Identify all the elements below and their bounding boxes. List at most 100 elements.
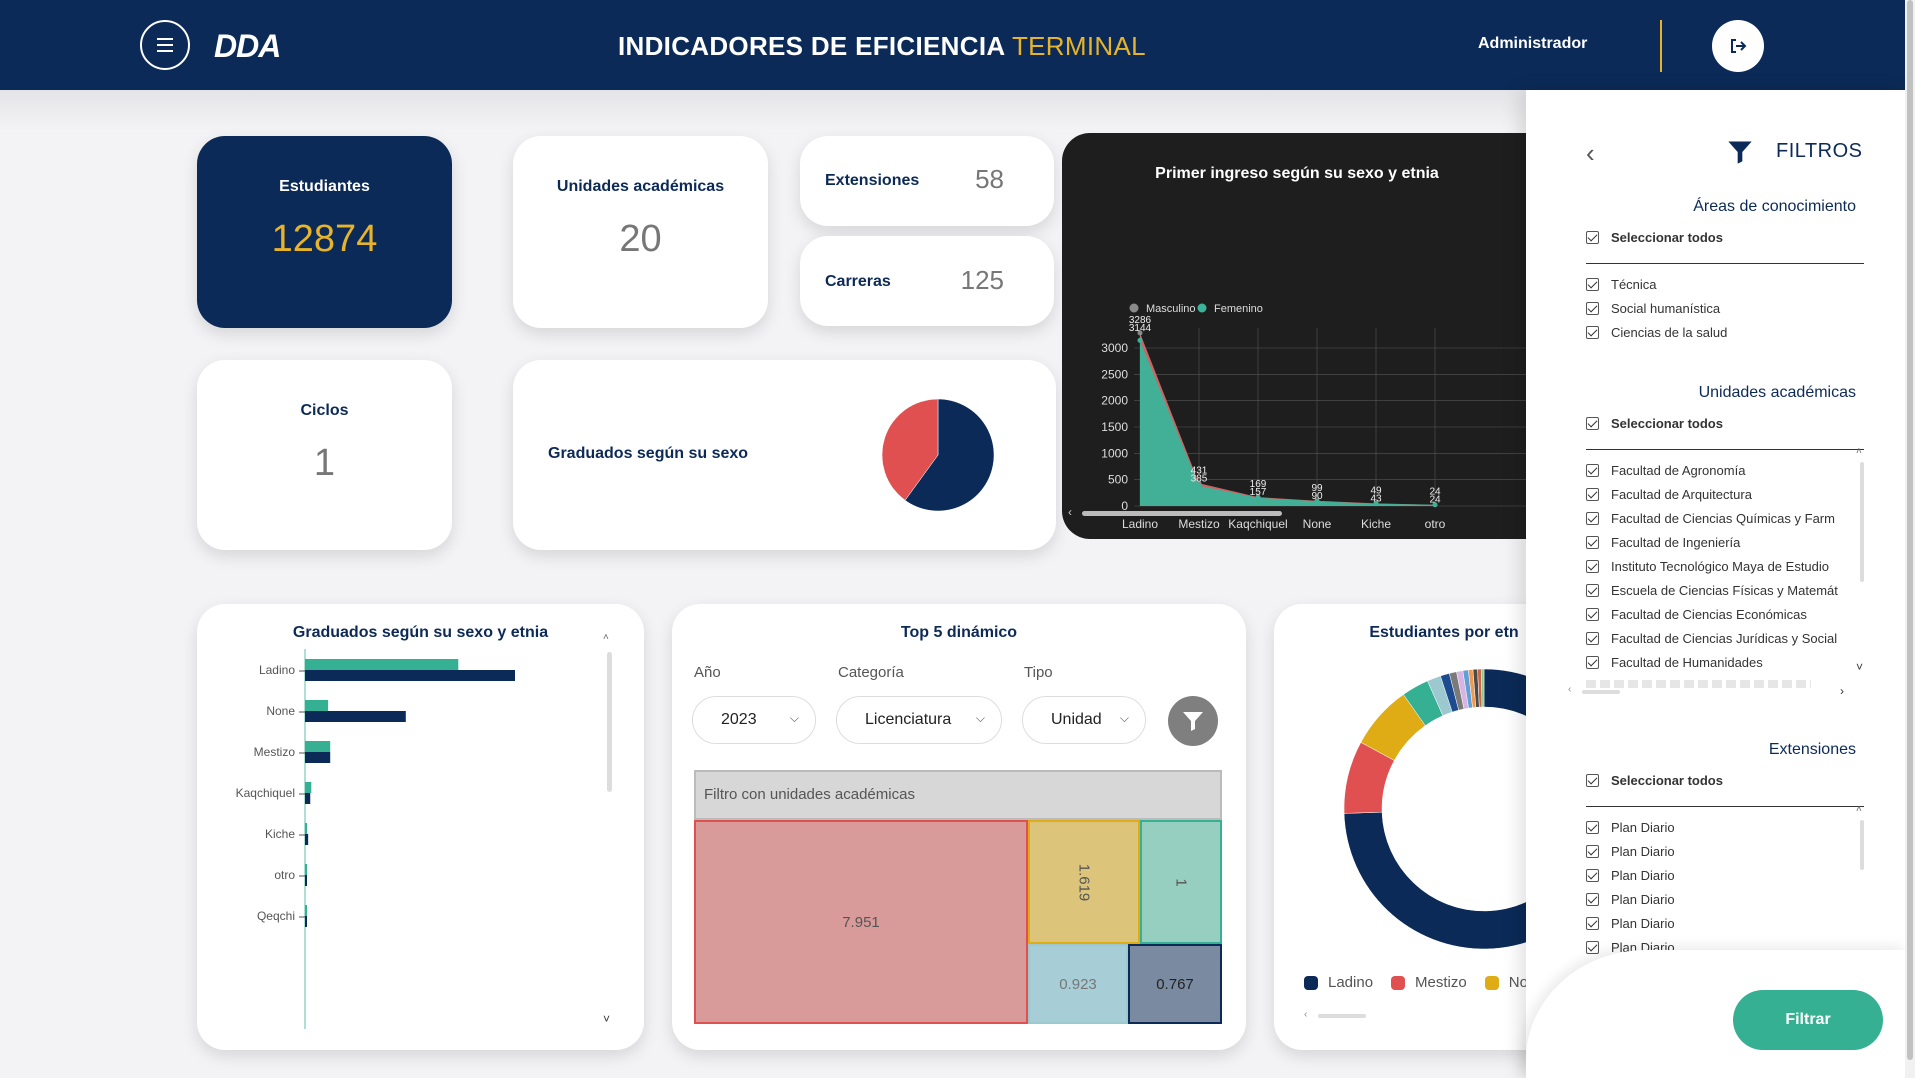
page-scrollbar-thumb[interactable] bbox=[1907, 0, 1913, 1060]
unidad-item[interactable]: Facultad de Ciencias Químicas y Farm bbox=[1586, 511, 1856, 526]
bar[interactable] bbox=[305, 905, 307, 916]
extension-item[interactable]: Plan Diario bbox=[1586, 820, 1856, 835]
data-label: 24 bbox=[1429, 495, 1441, 506]
category-select[interactable]: Licenciatura ⌵ bbox=[836, 696, 1002, 744]
area-item[interactable]: Técnica bbox=[1586, 277, 1856, 292]
vertical-scrollbar[interactable] bbox=[1860, 820, 1864, 870]
divider bbox=[1586, 263, 1864, 264]
legend-label[interactable]: Femenino bbox=[1214, 303, 1263, 315]
scroll-left-icon[interactable]: ‹ bbox=[1068, 505, 1072, 519]
bar[interactable] bbox=[305, 916, 307, 927]
extension-item-label: Plan Diario bbox=[1611, 844, 1675, 859]
treemap-cell[interactable]: 1.619 bbox=[1028, 820, 1140, 944]
graduados-sexo-card: Graduados según su sexo bbox=[513, 360, 1056, 550]
extension-item[interactable]: Plan Diario bbox=[1586, 892, 1856, 907]
unidad-item[interactable]: Instituto Tecnológico Maya de Estudio bbox=[1586, 559, 1856, 574]
unidades-select-all[interactable]: Seleccionar todos bbox=[1586, 416, 1723, 431]
treemap-cell[interactable]: 0.923 bbox=[1028, 944, 1128, 1024]
area-item[interactable]: Social humanística bbox=[1586, 301, 1856, 316]
vertical-scrollbar[interactable] bbox=[607, 652, 612, 792]
unidad-item[interactable]: Facultad de Ciencias Jurídicas y Social bbox=[1586, 631, 1856, 646]
year-select[interactable]: 2023 ⌵ bbox=[692, 696, 816, 744]
treemap-cell[interactable]: 0.767 bbox=[1128, 944, 1222, 1024]
bar[interactable] bbox=[305, 864, 307, 875]
horizontal-scrollbar[interactable] bbox=[1082, 511, 1282, 516]
legend-swatch bbox=[1304, 975, 1318, 990]
kpi-unidades-label: Unidades académicas bbox=[556, 178, 725, 195]
bar[interactable] bbox=[305, 793, 311, 804]
bar[interactable] bbox=[305, 741, 331, 752]
bar[interactable] bbox=[305, 834, 309, 845]
legend-label[interactable]: Masculino bbox=[1146, 303, 1196, 315]
checkbox-checked-icon bbox=[1586, 512, 1599, 525]
scroll-left-icon[interactable]: ‹ bbox=[1304, 1009, 1307, 1020]
area-item[interactable]: Ciencias de la salud bbox=[1586, 325, 1856, 340]
vertical-scrollbar[interactable] bbox=[1860, 462, 1864, 582]
legend-item[interactable]: No bbox=[1484, 974, 1528, 991]
app-logo[interactable]: DDA bbox=[214, 28, 281, 65]
scroll-up-icon[interactable]: ˄ bbox=[603, 632, 609, 643]
y-tick-label: 2000 bbox=[1101, 394, 1128, 408]
scroll-up-icon[interactable]: ˄ bbox=[1856, 446, 1862, 457]
horizontal-scrollbar[interactable] bbox=[1582, 690, 1620, 694]
bar[interactable] bbox=[305, 711, 406, 722]
legend-item[interactable]: Mestizo bbox=[1391, 974, 1467, 991]
section-areas-title: Áreas de conocimiento bbox=[1693, 198, 1856, 215]
list-fade bbox=[1586, 680, 1811, 688]
area-series[interactable] bbox=[1140, 340, 1435, 506]
scroll-down-icon[interactable]: ˅ bbox=[603, 1012, 610, 1026]
apply-filter-button[interactable] bbox=[1168, 696, 1218, 746]
treemap-cell[interactable]: 1 bbox=[1140, 820, 1222, 944]
bar[interactable] bbox=[305, 670, 515, 681]
menu-button[interactable] bbox=[140, 20, 190, 70]
page-scrollbar[interactable] bbox=[1905, 0, 1915, 1078]
filtrar-button[interactable]: Filtrar bbox=[1733, 990, 1883, 1050]
data-point[interactable] bbox=[1137, 337, 1143, 343]
graduados-sexo-pie[interactable] bbox=[878, 395, 998, 515]
unidad-item[interactable]: Facultad de Arquitectura bbox=[1586, 487, 1856, 502]
y-tick-label: 1000 bbox=[1101, 446, 1128, 460]
logout-button[interactable] bbox=[1712, 20, 1764, 72]
unidad-item-label: Facultad de Agronomía bbox=[1611, 463, 1746, 478]
checkbox-checked-icon bbox=[1586, 536, 1599, 549]
area-item-label: Ciencias de la salud bbox=[1611, 325, 1728, 340]
bar[interactable] bbox=[305, 823, 308, 834]
extension-item[interactable]: Plan Diario bbox=[1586, 916, 1856, 931]
donut-slice[interactable] bbox=[1480, 668, 1485, 708]
data-label: 157 bbox=[1250, 487, 1267, 498]
treemap-cell[interactable]: 7.951 bbox=[694, 820, 1028, 1024]
scroll-down-icon[interactable]: ˅ bbox=[1856, 660, 1863, 674]
scroll-right-icon[interactable]: › bbox=[1840, 684, 1844, 698]
graduados-etnia-title: Graduados según su sexo y etnia bbox=[292, 624, 549, 641]
unidad-item[interactable]: Facultad de Ingeniería bbox=[1586, 535, 1856, 550]
bar[interactable] bbox=[305, 659, 459, 670]
graduados-etnia-chart[interactable]: Ladino None Mestizo Kaqchiquel Kiche otro Qeqc… bbox=[197, 649, 617, 1029]
horizontal-scrollbar[interactable] bbox=[1318, 1014, 1366, 1018]
unidad-item-label: Instituto Tecnológico Maya de Estudio bbox=[1611, 559, 1830, 574]
primer-ingreso-card: Primer ingreso según su sexo y etnia Mas… bbox=[1062, 133, 1532, 539]
checkbox-checked-icon bbox=[1586, 584, 1599, 597]
unidad-item[interactable]: Facultad de Agronomía bbox=[1586, 463, 1856, 478]
kpi-ciclos-card: Ciclos 1 bbox=[197, 360, 452, 550]
extension-item[interactable]: Plan Diario bbox=[1586, 844, 1856, 859]
x-tick-label: None bbox=[1303, 517, 1332, 531]
extensiones-select-all[interactable]: Seleccionar todos bbox=[1586, 773, 1723, 788]
scroll-left-icon[interactable]: ‹ bbox=[1568, 684, 1571, 695]
back-chevron-icon[interactable]: ‹ bbox=[1586, 138, 1595, 169]
bar[interactable] bbox=[305, 700, 329, 711]
areas-select-all[interactable]: Seleccionar todos bbox=[1586, 230, 1723, 245]
type-select[interactable]: Unidad ⌵ bbox=[1022, 696, 1146, 744]
legend-item[interactable]: Ladino bbox=[1304, 974, 1373, 991]
primer-ingreso-chart[interactable]: Masculino Femenino05001000150020002500300… bbox=[1062, 193, 1532, 533]
extension-item[interactable]: Plan Diario bbox=[1586, 868, 1856, 883]
top-header: DDA INDICADORES DE EFICIENCIA TERMINAL A… bbox=[0, 0, 1905, 90]
user-name[interactable]: Administrador bbox=[1478, 35, 1587, 53]
unidad-item[interactable]: Facultad de Ciencias Económicas bbox=[1586, 607, 1856, 622]
unidad-item[interactable]: Facultad de Humanidades bbox=[1586, 655, 1856, 670]
bar[interactable] bbox=[305, 782, 312, 793]
bar[interactable] bbox=[305, 875, 307, 886]
unidad-item[interactable]: Escuela de Ciencias Físicas y Matemát bbox=[1586, 583, 1856, 598]
bar[interactable] bbox=[305, 752, 331, 763]
scroll-up-icon[interactable]: ˄ bbox=[1856, 804, 1862, 815]
treemap-cell-label: 1.619 bbox=[1075, 863, 1093, 901]
